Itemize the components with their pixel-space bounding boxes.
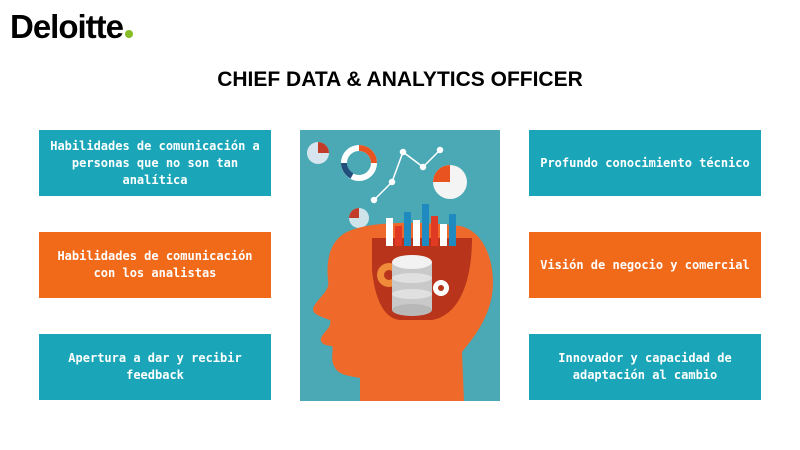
skill-box-communication-analysts: Habilidades de comunicación con los anal… bbox=[39, 232, 271, 298]
skill-label: Habilidades de comunicación con los anal… bbox=[57, 249, 253, 280]
skill-label: Visión de negocio y comercial bbox=[540, 257, 750, 272]
deloitte-logo: Deloitte bbox=[10, 8, 134, 46]
skill-label: Apertura a dar y recibir feedback bbox=[68, 351, 242, 382]
small-pie-chart-icon bbox=[349, 208, 369, 228]
skill-label: Innovador y capacidad de adaptación al c… bbox=[558, 351, 732, 382]
logo-text: Deloitte bbox=[10, 8, 124, 45]
skill-label: Profundo conocimiento técnico bbox=[540, 155, 750, 170]
skill-box-communication-non-analytical: Habilidades de comunicación a personas q… bbox=[39, 130, 271, 196]
page-title: CHIEF DATA & ANALYTICS OFFICER bbox=[217, 68, 583, 91]
skill-label: Habilidades de comunicación a personas q… bbox=[50, 138, 260, 187]
skill-box-business-vision: Visión de negocio y comercial bbox=[529, 232, 761, 298]
skill-box-feedback: Apertura a dar y recibir feedback bbox=[39, 334, 271, 400]
large-pie-chart-icon bbox=[433, 165, 467, 199]
head-data-analytics-icon bbox=[300, 130, 500, 401]
skill-box-innovation: Innovador y capacidad de adaptación al c… bbox=[529, 334, 761, 400]
logo-dot bbox=[125, 30, 134, 38]
skill-box-technical-knowledge: Profundo conocimiento técnico bbox=[529, 130, 761, 196]
pie-chart-icon bbox=[307, 142, 329, 164]
database-icon bbox=[392, 255, 432, 316]
